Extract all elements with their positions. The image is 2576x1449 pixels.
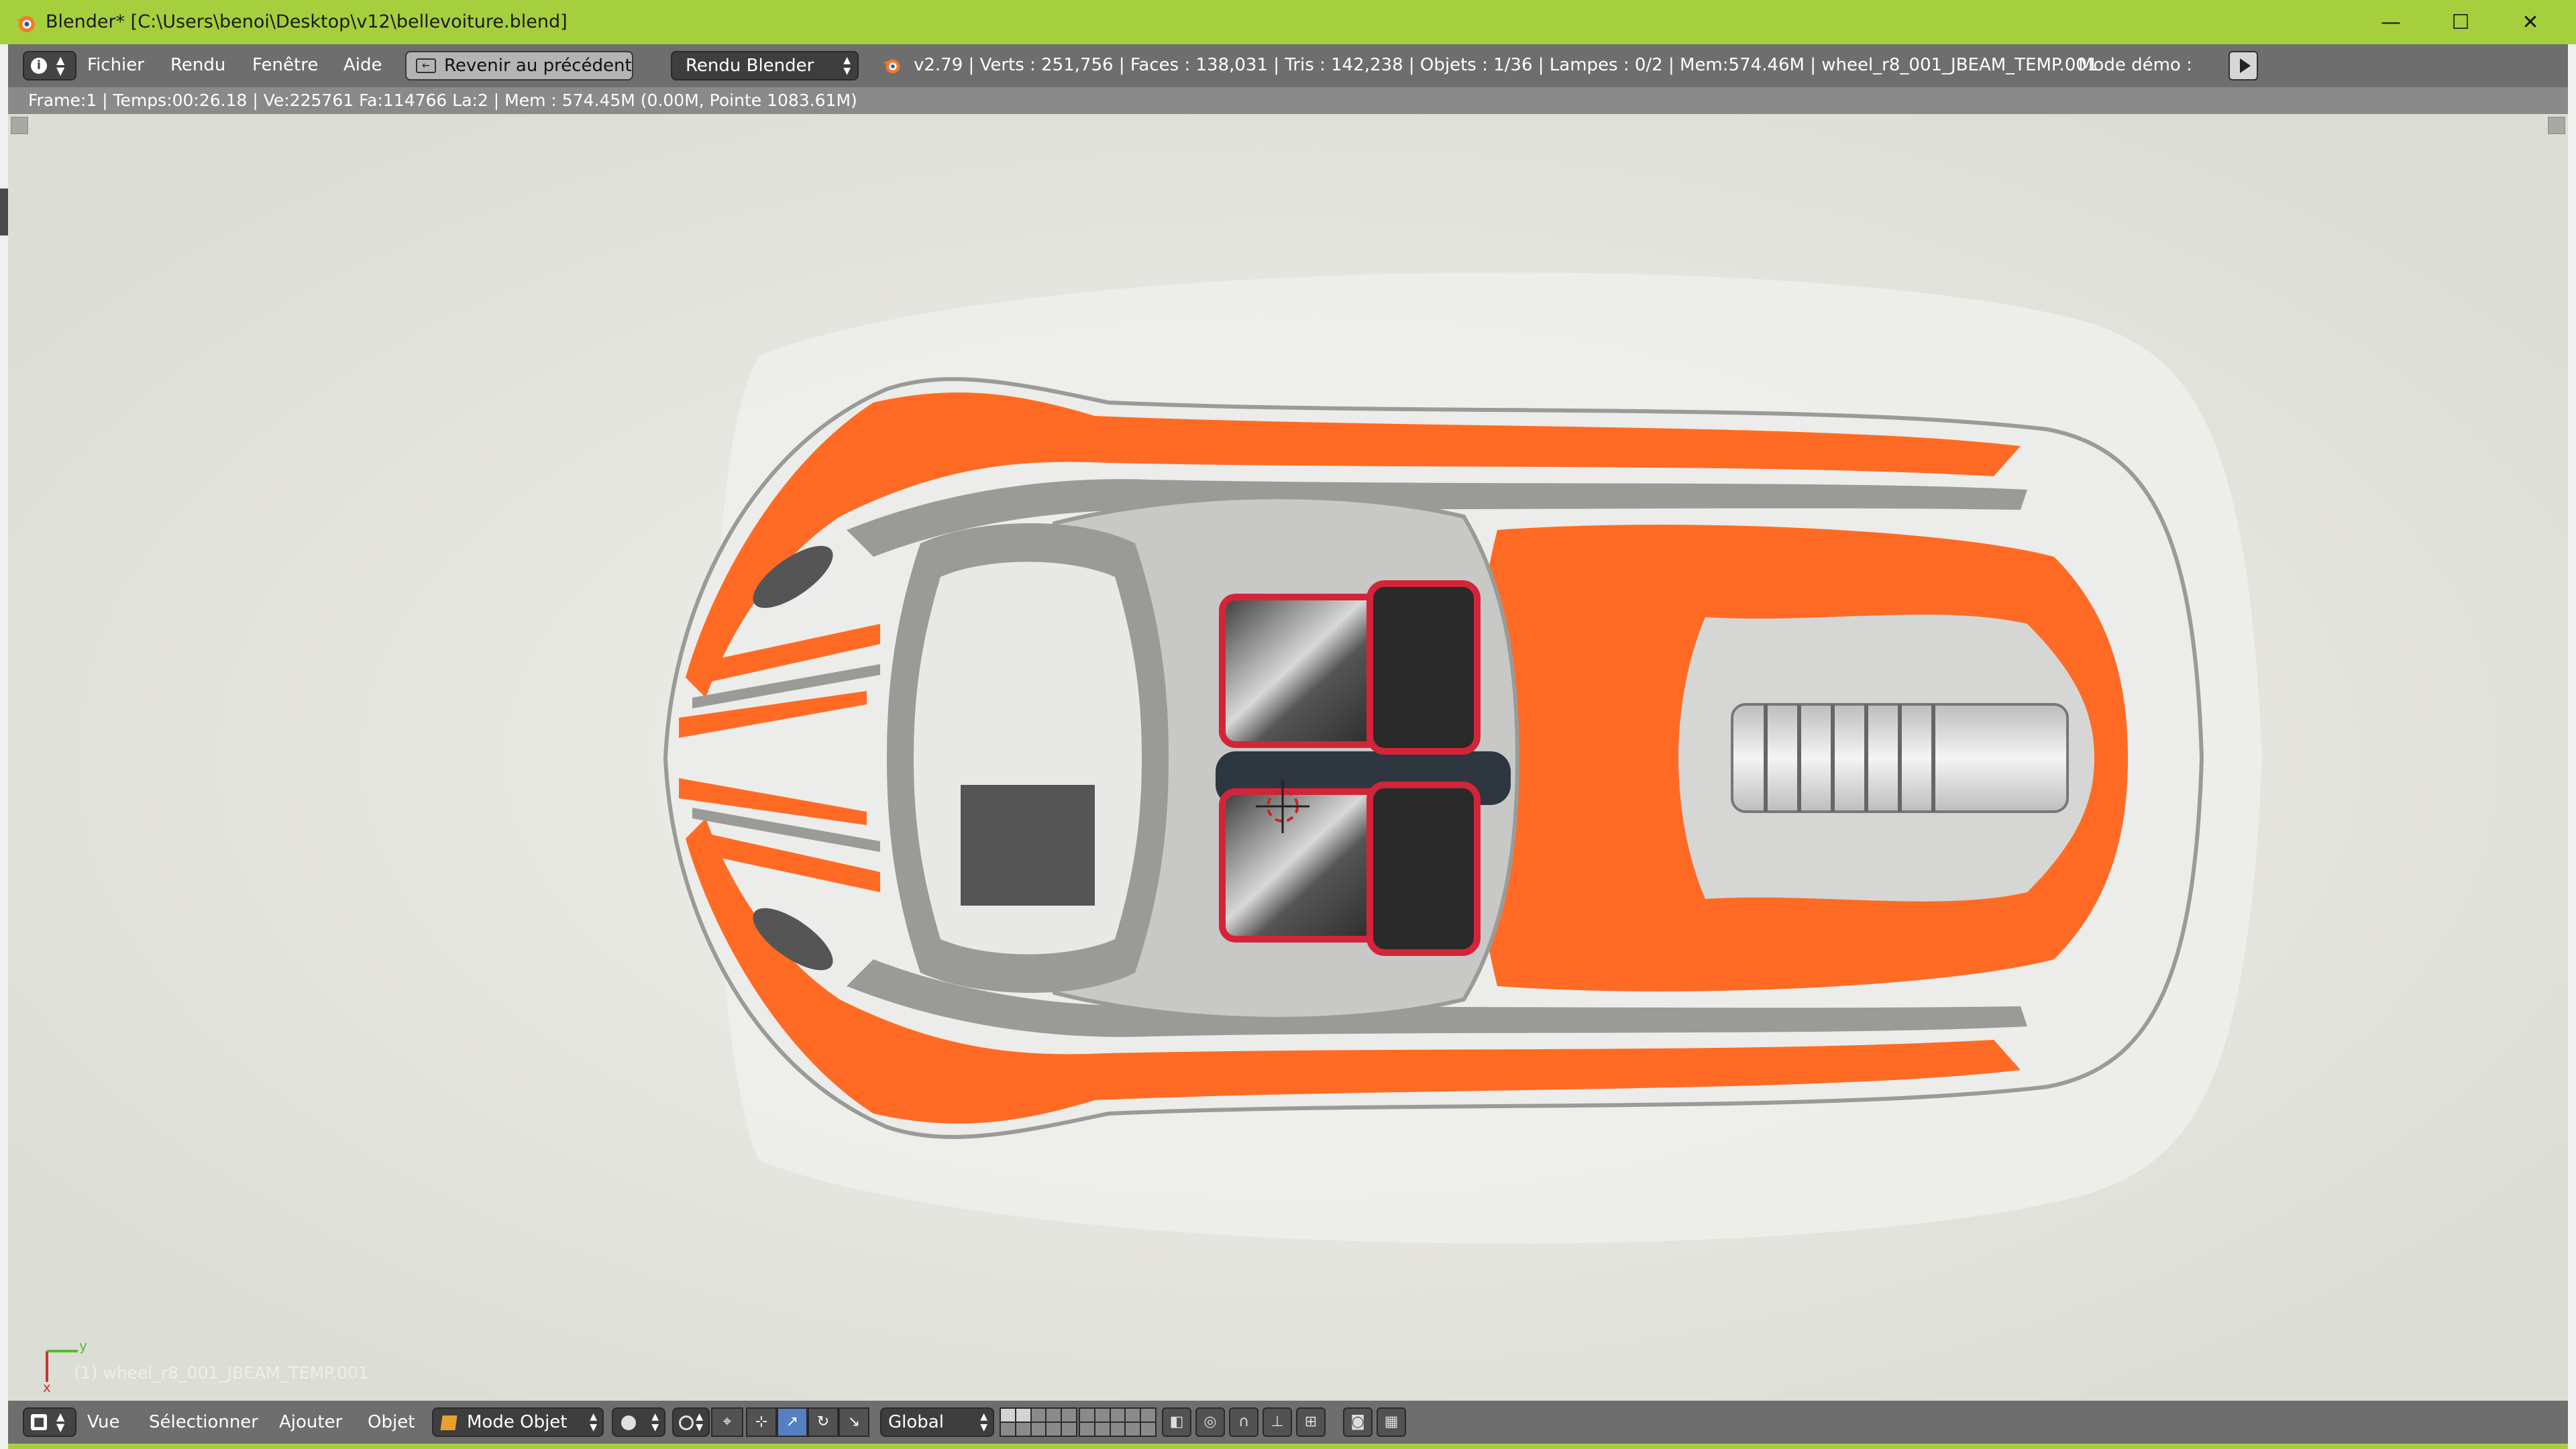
mode-select[interactable]: Mode Objet ▲ ▼ xyxy=(432,1407,604,1437)
mode-label: Mode Objet xyxy=(467,1412,568,1432)
seat-left-cushion xyxy=(1366,580,1481,755)
window-left-edge xyxy=(0,44,8,1449)
menu-rendu[interactable]: Rendu xyxy=(170,54,225,76)
window-title: Blender* [C:\Users\benoi\Desktop\v12\bel… xyxy=(46,11,568,32)
viewport-shading-select[interactable]: ▲ ▼ xyxy=(612,1407,665,1437)
scene-stats: v2.79 | Verts : 251,756 | Faces : 138,03… xyxy=(914,55,2098,75)
pivot-icon xyxy=(679,1415,694,1430)
manipulator-widget-button[interactable]: ⊹ xyxy=(746,1407,777,1437)
maximize-button[interactable]: ☐ xyxy=(2426,0,2496,44)
close-button[interactable]: ✕ xyxy=(2496,0,2565,44)
car-render xyxy=(8,114,2568,1401)
rotate-tool-button[interactable]: ↻ xyxy=(808,1407,839,1437)
minimize-button[interactable]: — xyxy=(2356,0,2426,44)
back-screen-icon: ← xyxy=(416,58,436,73)
updown-arrows-icon: ▲ ▼ xyxy=(590,1411,597,1433)
viewport-corner-widget[interactable] xyxy=(11,117,28,134)
layer-lock-icon[interactable]: ◧ xyxy=(1162,1407,1191,1437)
seat-right-back xyxy=(1219,788,1387,943)
blender-logo-icon xyxy=(882,59,900,74)
window-right-edge xyxy=(2568,44,2576,1449)
render-stats: Frame:1 | Temps:00:26.18 | Ve:225761 Fa:… xyxy=(28,91,857,110)
transform-orientation-select[interactable]: Global ▲ ▼ xyxy=(880,1407,994,1437)
seat-left-back xyxy=(1219,594,1387,748)
snap-target-icon[interactable]: ⊞ xyxy=(1296,1407,1326,1437)
scale-tool-button[interactable]: ↘ xyxy=(839,1407,869,1437)
render-engine-select[interactable]: Rendu Blender ▲ ▼ xyxy=(671,51,859,80)
menu-ajouter[interactable]: Ajouter xyxy=(279,1411,342,1434)
3d-viewport[interactable]: (1) wheel_r8_001_JBEAM_TEMP.001 y x xyxy=(8,114,2568,1401)
transform-orientation-label: Global xyxy=(888,1412,944,1432)
proportional-edit-icon[interactable]: ◎ xyxy=(1195,1407,1225,1437)
updown-arrows-icon: ▲ ▼ xyxy=(56,1410,65,1434)
render-engine-label: Rendu Blender xyxy=(686,56,814,76)
manipulator-toggle-button[interactable]: ⌖ xyxy=(711,1407,743,1437)
updown-arrows-icon: ▲ ▼ xyxy=(843,55,851,76)
layers-group-1[interactable] xyxy=(1000,1407,1077,1437)
window-titlebar: Blender* [C:\Users\benoi\Desktop\v12\bel… xyxy=(0,0,2576,44)
axis-label-y: y xyxy=(79,1338,87,1354)
render-stats-bar: Frame:1 | Temps:00:26.18 | Ve:225761 Fa:… xyxy=(8,87,2568,114)
view3d-header: ■ ▲ ▼ Vue Sélectionner Ajouter Objet Mode… xyxy=(8,1401,2568,1444)
steering-column xyxy=(961,785,1095,906)
updown-arrows-icon: ▲ ▼ xyxy=(56,54,65,77)
menu-vue[interactable]: Vue xyxy=(87,1411,120,1434)
view3d-icon: ■ xyxy=(31,1414,47,1430)
play-icon[interactable] xyxy=(2229,51,2258,80)
back-to-previous-label: Revenir au précédent xyxy=(444,56,632,76)
translate-tool-button[interactable]: ↗ xyxy=(777,1407,808,1437)
shading-solid-icon xyxy=(621,1415,636,1430)
updown-arrows-icon: ▲ ▼ xyxy=(980,1411,987,1433)
editor-type-button[interactable]: ■ ▲ ▼ xyxy=(23,1407,76,1437)
viewport-corner-widget[interactable] xyxy=(2548,117,2565,134)
info-icon: i xyxy=(31,58,47,74)
axis-label-x: x xyxy=(43,1379,51,1395)
updown-arrows-icon: ▲ ▼ xyxy=(651,1411,659,1433)
object-mode-icon xyxy=(440,1415,458,1430)
updown-arrows-icon: ▲ ▼ xyxy=(696,1411,703,1433)
editor-type-button[interactable]: i ▲ ▼ xyxy=(23,51,76,80)
opengl-render-icon[interactable]: ◙ xyxy=(1343,1407,1373,1437)
seat-right-cushion xyxy=(1366,782,1481,956)
pivot-point-select[interactable]: ▲ ▼ xyxy=(672,1407,710,1437)
snap-toggle-icon[interactable]: ∩ xyxy=(1229,1407,1258,1437)
active-object-label: (1) wheel_r8_001_JBEAM_TEMP.001 xyxy=(74,1363,369,1383)
menu-aide[interactable]: Aide xyxy=(343,54,382,76)
demo-mode-label: Mode démo : xyxy=(2078,55,2192,75)
info-header: i ▲ ▼ Fichier Rendu Fenêtre Aide ← Reveni… xyxy=(8,44,2568,87)
menu-fenetre[interactable]: Fenêtre xyxy=(252,54,318,76)
menu-selectionner[interactable]: Sélectionner xyxy=(149,1411,258,1434)
blender-logo-icon xyxy=(16,16,35,32)
snap-element-icon[interactable]: ⊥ xyxy=(1263,1407,1292,1437)
menu-objet[interactable]: Objet xyxy=(368,1411,415,1434)
layers-group-2[interactable] xyxy=(1079,1407,1157,1437)
back-to-previous-button[interactable]: ← Revenir au précédent xyxy=(405,51,633,80)
menu-fichier[interactable]: Fichier xyxy=(87,54,144,76)
opengl-animation-icon[interactable]: ▦ xyxy=(1377,1407,1406,1437)
